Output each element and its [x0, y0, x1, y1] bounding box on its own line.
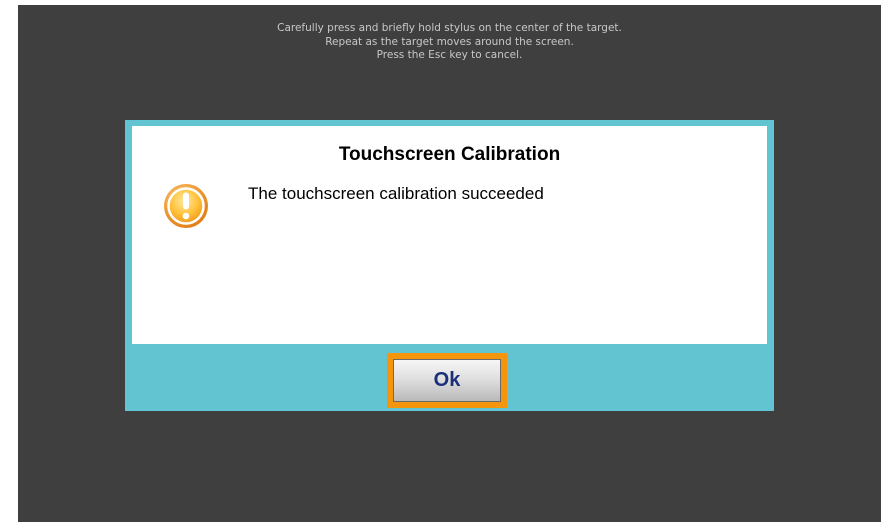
calibration-screen: Carefully press and briefly hold stylus …	[18, 5, 881, 522]
dialog-title: Touchscreen Calibration	[338, 144, 561, 165]
calibration-result-dialog: Touchscreen Calibration The touchscreen …	[125, 120, 774, 411]
instruction-line-2: Repeat as the target moves around the sc…	[325, 35, 574, 48]
calibration-instructions: Carefully press and briefly hold stylus …	[18, 22, 881, 63]
dialog-message: The touchscreen calibration succeeded	[248, 184, 544, 203]
instruction-line-3: Press the Esc key to cancel.	[376, 49, 523, 61]
dialog-body: Touchscreen Calibration The touchscreen …	[132, 126, 767, 344]
instruction-line-1: Carefully press and briefly hold stylus …	[277, 22, 622, 34]
ok-button-focus-ring: Ok	[387, 353, 507, 408]
ok-button[interactable]: Ok	[393, 359, 501, 402]
warning-icon	[163, 183, 209, 229]
